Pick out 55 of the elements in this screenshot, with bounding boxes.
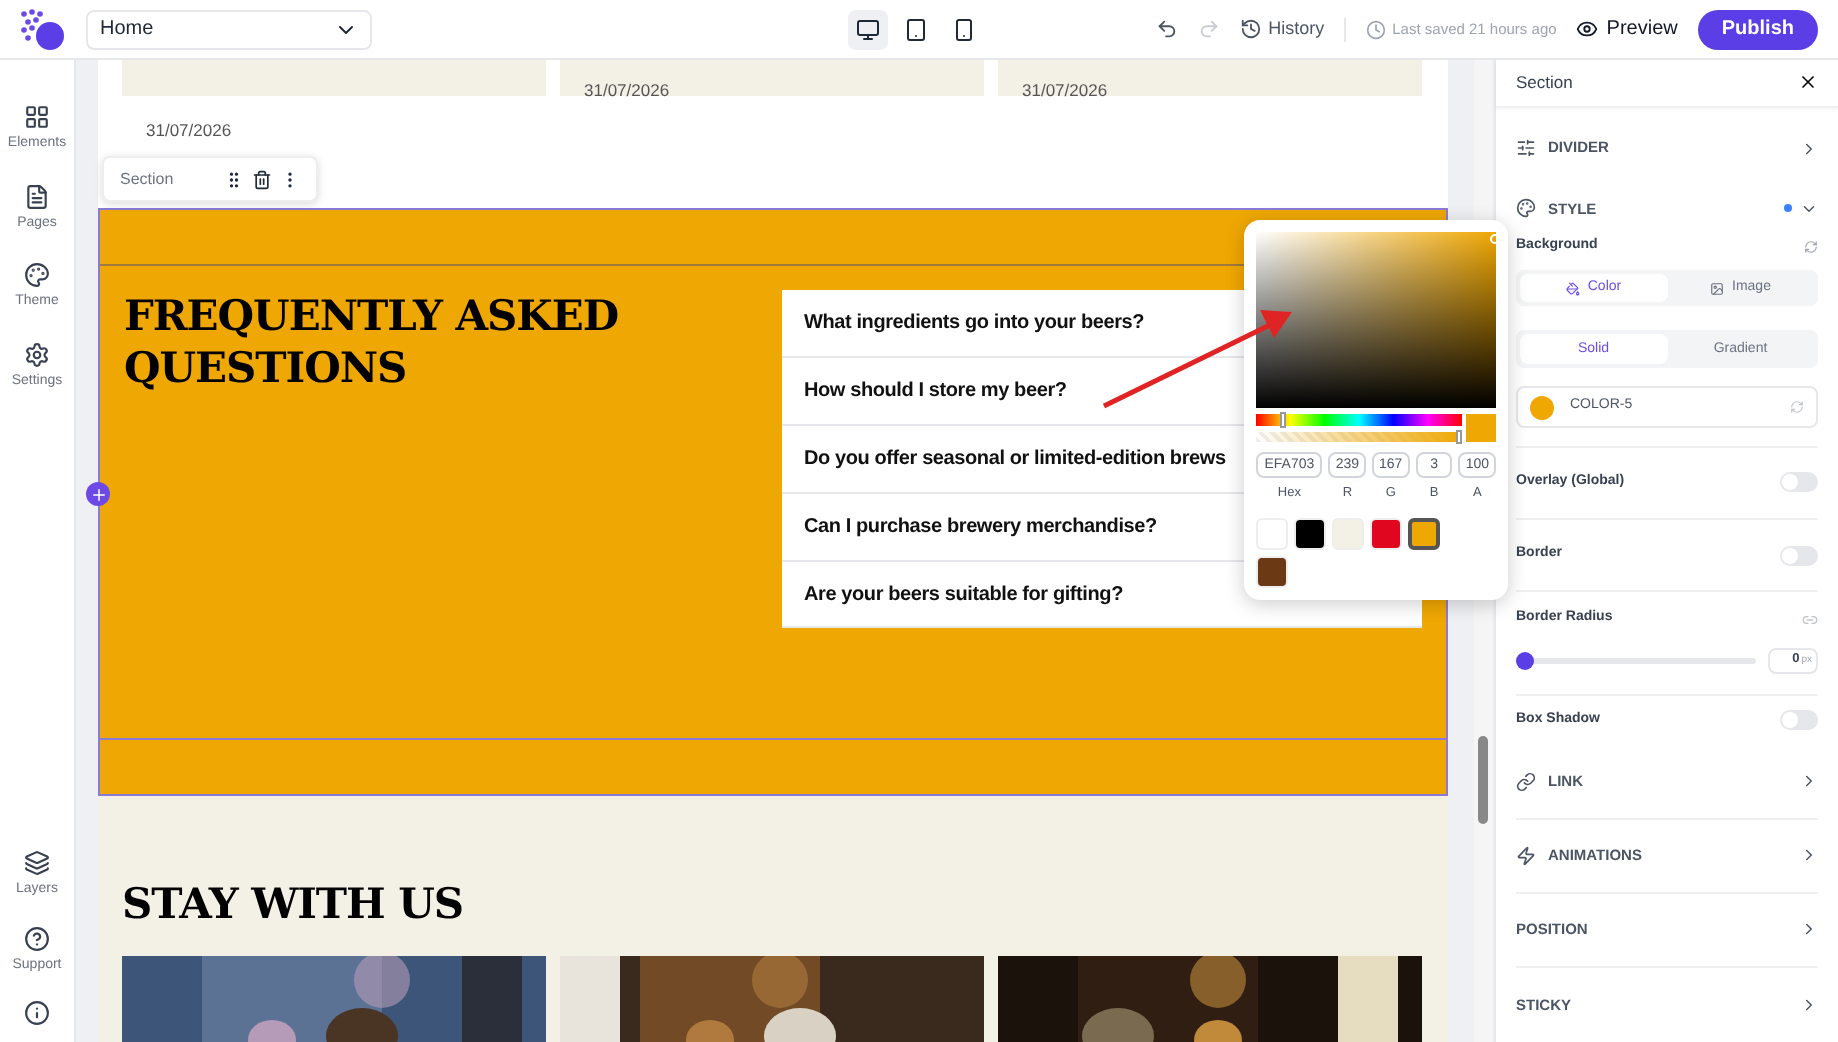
slider-thumb[interactable] [1456,430,1462,445]
info-icon[interactable] [24,1000,50,1026]
scrollbar-thumb[interactable] [1478,736,1488,824]
phone-icon [952,17,976,41]
delete-icon[interactable] [252,169,272,190]
undo-icon[interactable] [1156,18,1179,40]
tablet-icon [904,17,928,41]
monitor-icon [856,17,880,41]
close-icon[interactable] [1798,72,1818,93]
eye-icon [1576,18,1599,40]
toggle-switch[interactable] [1780,472,1818,493]
drag-handle-icon[interactable] [224,169,244,190]
link-icon [1516,771,1536,792]
paint-bucket-icon [1565,281,1580,296]
panel-title: Section [1516,70,1573,96]
clock-icon [1366,19,1387,39]
image-icon [1710,281,1725,296]
toggle-switch[interactable] [1780,710,1818,731]
settings-icon [23,341,50,367]
add-section-button[interactable] [86,482,110,506]
date-text: 31/07/2026 [1022,81,1108,98]
chevron-right-icon [1800,772,1818,791]
toggle-switch[interactable] [1780,545,1818,566]
logo-icon [20,7,64,51]
alpha-slider[interactable] [1256,432,1462,443]
slider-thumb[interactable] [1280,412,1287,429]
faq-heading: FREQUENTLY ASKED QUESTIONS [124,290,621,397]
chevron-right-icon [1800,846,1818,865]
palette-icon [23,262,50,288]
hue-slider[interactable] [1256,414,1462,427]
chevron-right-icon [1800,139,1818,158]
history-button[interactable]: History [1240,15,1325,43]
saturation-area[interactable] [1256,232,1496,409]
chevron-right-icon [1800,920,1818,939]
radius-slider[interactable] [1516,651,1756,670]
palette-icon [1516,198,1536,219]
history-icon [1240,18,1263,40]
page-select[interactable]: Home [86,9,372,49]
color-preview [1466,414,1496,443]
section-label: Section [120,167,174,192]
layers-icon [23,850,50,876]
lightning-icon [1516,845,1536,866]
date-text: 31/07/2026 [584,81,670,98]
publish-button[interactable]: Publish [1697,9,1818,49]
help-icon [24,925,50,951]
stay-heading: STAY WITH US [122,878,466,930]
sliders-icon [1516,138,1536,159]
color-swatch[interactable] [1408,518,1440,550]
preview-button[interactable]: Preview [1576,14,1678,44]
date-text: 31/07/2026 [146,118,234,144]
chevron-right-icon [1800,995,1818,1014]
device-button[interactable] [848,9,888,49]
grid-icon [24,104,50,130]
page-icon [23,183,50,209]
plus-icon [89,485,107,503]
